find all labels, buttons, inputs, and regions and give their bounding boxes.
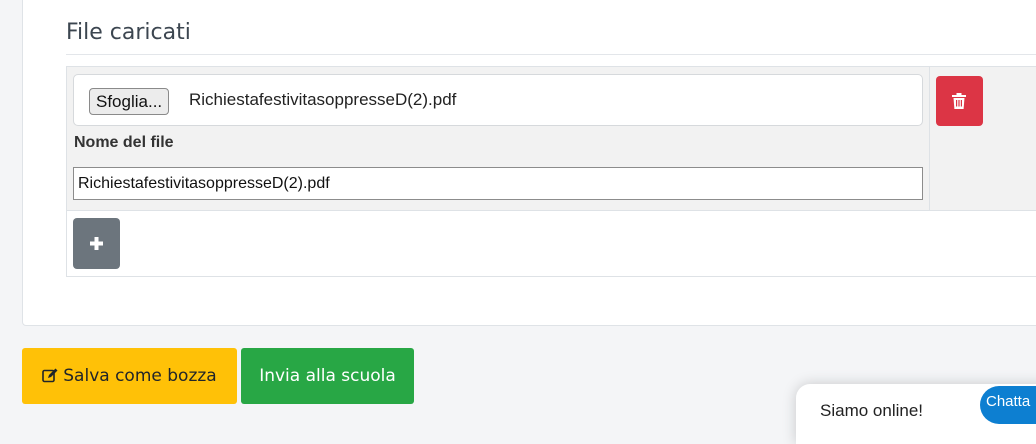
section-title: File caricati (66, 20, 191, 45)
save-draft-label: Salva come bozza (63, 366, 217, 386)
file-name-input[interactable] (73, 167, 923, 200)
save-draft-button[interactable]: Salva come bozza (22, 348, 237, 404)
edit-icon (42, 368, 58, 383)
send-to-school-button[interactable]: Invia alla scuola (241, 348, 414, 404)
file-row: Sfoglia... RichiestafestivitasoppresseD(… (67, 67, 1036, 211)
section-divider (66, 54, 1036, 55)
plus-icon (90, 237, 103, 250)
cell-divider (929, 67, 930, 211)
chat-status: Siamo online! (820, 401, 924, 420)
add-file-button[interactable] (73, 218, 120, 269)
delete-file-button[interactable] (936, 76, 983, 126)
browse-button[interactable]: Sfoglia... (89, 88, 170, 115)
file-picker[interactable]: Sfoglia... RichiestafestivitasoppresseD(… (73, 74, 923, 126)
chat-button[interactable]: Chatta (980, 386, 1036, 424)
file-name-label: Nome del file (74, 134, 174, 151)
trash-icon (952, 93, 966, 109)
files-table: Sfoglia... RichiestafestivitasoppresseD(… (66, 66, 1036, 277)
chosen-file-name: RichiestafestivitasoppresseD(2).pdf (189, 90, 457, 109)
chat-widget[interactable]: Siamo online! Chatta (796, 384, 1036, 444)
